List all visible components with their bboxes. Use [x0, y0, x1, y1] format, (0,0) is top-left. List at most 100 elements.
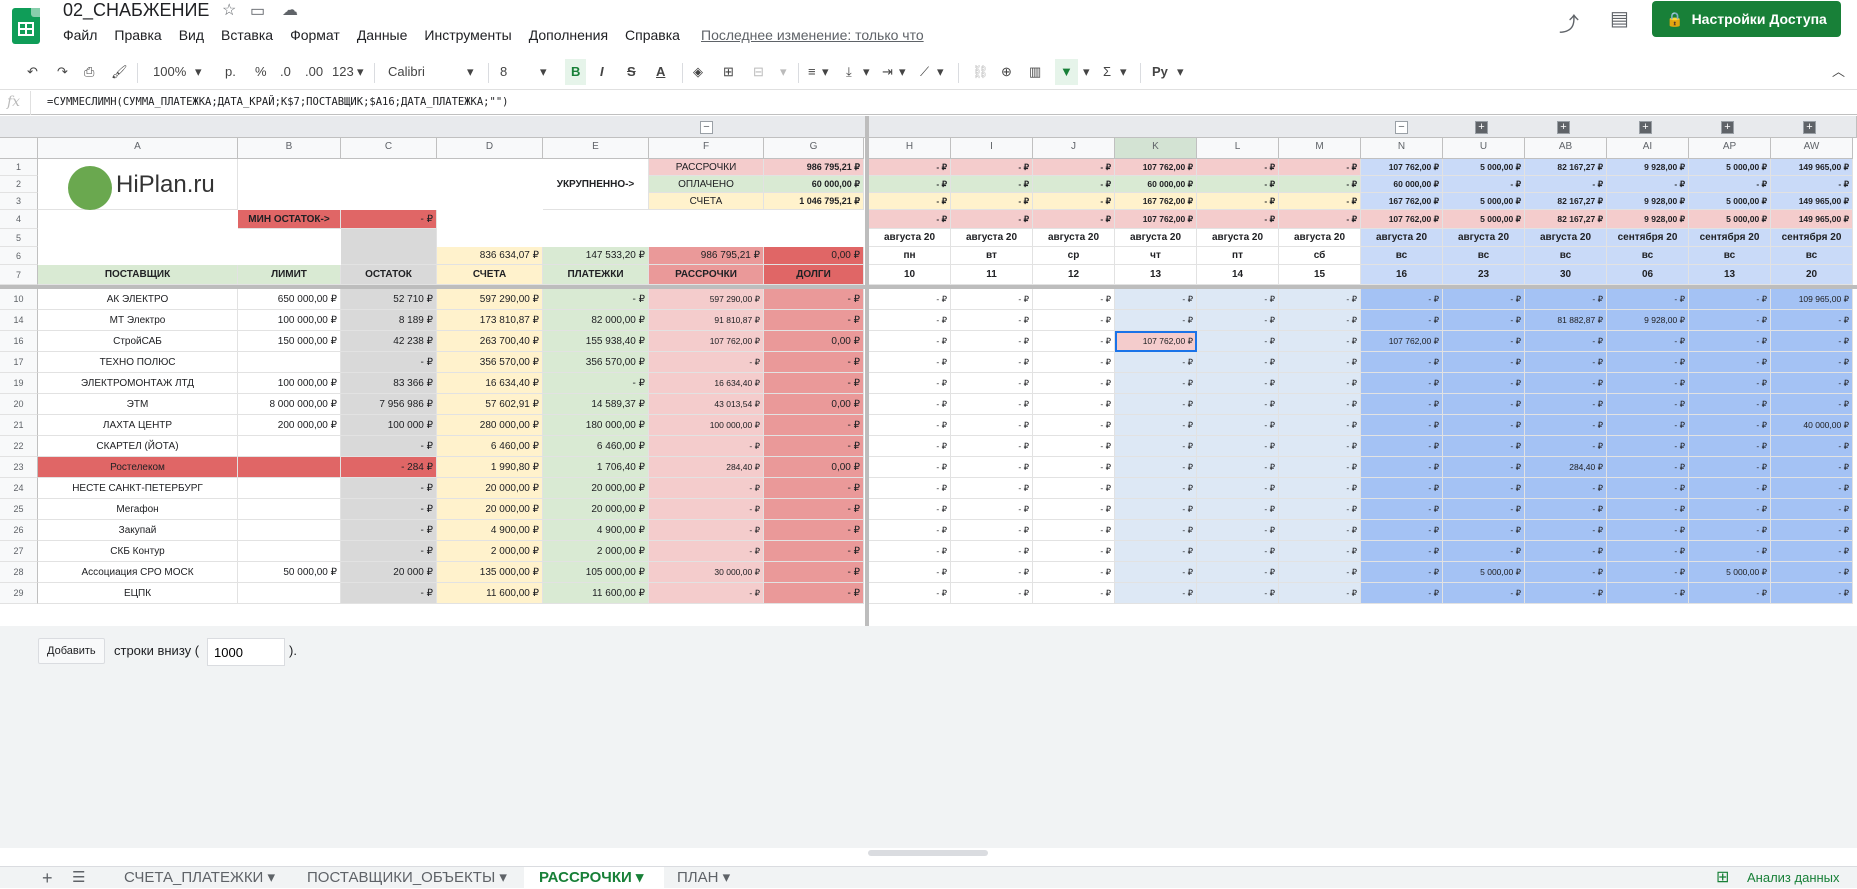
- selected-cell[interactable]: 107 762,00 ₽: [1115, 331, 1197, 352]
- chevron-down-icon[interactable]: ▾: [822, 63, 829, 81]
- schedule-cell[interactable]: - ₽: [1607, 583, 1689, 604]
- table-cell[interactable]: 82 000,00 ₽: [543, 310, 649, 331]
- tab-postavshchiki-obekty[interactable]: ПОСТАВЩИКИ_ОБЪЕКТЫ ▾: [307, 867, 507, 889]
- total-cell[interactable]: 0,00 ₽: [764, 247, 864, 265]
- summary-cell[interactable]: - ₽: [1689, 176, 1771, 193]
- schedule-cell[interactable]: - ₽: [1443, 499, 1525, 520]
- schedule-cell[interactable]: - ₽: [1279, 289, 1361, 310]
- move-folder-icon[interactable]: ▭: [250, 1, 265, 21]
- schedule-cell[interactable]: - ₽: [1689, 331, 1771, 352]
- schedule-cell[interactable]: - ₽: [1771, 352, 1853, 373]
- table-cell[interactable]: СтройСАБ: [38, 331, 238, 352]
- weekday-cell[interactable]: пт: [1197, 247, 1279, 265]
- schedule-cell[interactable]: - ₽: [951, 562, 1033, 583]
- schedule-cell[interactable]: - ₽: [1197, 331, 1279, 352]
- schedule-cell[interactable]: - ₽: [1279, 583, 1361, 604]
- column-header[interactable]: U: [1443, 138, 1525, 159]
- schedule-cell[interactable]: - ₽: [1689, 352, 1771, 373]
- schedule-cell[interactable]: - ₽: [1689, 289, 1771, 310]
- table-cell[interactable]: 20 000,00 ₽: [437, 478, 543, 499]
- bold-button[interactable]: B: [565, 59, 587, 85]
- table-cell[interactable]: Мегафон: [38, 499, 238, 520]
- schedule-cell[interactable]: - ₽: [1771, 310, 1853, 331]
- table-cell[interactable]: 100 000 ₽: [341, 415, 437, 436]
- row-header[interactable]: 10: [0, 289, 38, 310]
- day-filter-header[interactable]: 23: [1443, 265, 1525, 285]
- schedule-cell[interactable]: - ₽: [1525, 289, 1607, 310]
- row-header[interactable]: 7: [0, 265, 38, 285]
- table-cell[interactable]: - ₽: [341, 352, 437, 373]
- summary-cell[interactable]: 5 000,00 ₽: [1443, 210, 1525, 229]
- schedule-cell[interactable]: - ₽: [1197, 415, 1279, 436]
- table-cell[interactable]: - ₽: [764, 541, 864, 562]
- row-header[interactable]: 25: [0, 499, 38, 520]
- menu-item[interactable]: Вид: [179, 25, 204, 47]
- filter-icon[interactable]: ▼: [1055, 59, 1078, 85]
- table-cell[interactable]: 2 000,00 ₽: [543, 541, 649, 562]
- schedule-cell[interactable]: - ₽: [1525, 499, 1607, 520]
- month-cell[interactable]: августа 20: [1197, 229, 1279, 247]
- schedule-cell[interactable]: - ₽: [1689, 520, 1771, 541]
- percent-format-button[interactable]: %: [255, 63, 267, 81]
- expand-group-icon[interactable]: +: [1639, 121, 1652, 134]
- schedule-cell[interactable]: - ₽: [1115, 415, 1197, 436]
- table-cell[interactable]: 100 000,00 ₽: [238, 310, 341, 331]
- schedule-cell[interactable]: - ₽: [1115, 541, 1197, 562]
- summary-cell[interactable]: - ₽: [869, 176, 951, 193]
- table-cell[interactable]: - ₽: [764, 289, 864, 310]
- input-tools-icon[interactable]: Ру: [1152, 63, 1168, 81]
- schedule-cell[interactable]: - ₽: [1525, 373, 1607, 394]
- table-cell[interactable]: 155 938,40 ₽: [543, 331, 649, 352]
- table-cell[interactable]: [238, 499, 341, 520]
- schedule-cell[interactable]: - ₽: [1033, 331, 1115, 352]
- table-cell[interactable]: СКБ Контур: [38, 541, 238, 562]
- schedule-cell[interactable]: - ₽: [1115, 352, 1197, 373]
- schedule-cell[interactable]: - ₽: [1197, 499, 1279, 520]
- summary-cell[interactable]: - ₽: [869, 193, 951, 210]
- schedule-cell[interactable]: - ₽: [1033, 583, 1115, 604]
- table-cell[interactable]: Ассоциация СРО МОСК: [38, 562, 238, 583]
- table-cell[interactable]: МТ Электро: [38, 310, 238, 331]
- expand-group-icon[interactable]: +: [1803, 121, 1816, 134]
- expand-group-icon[interactable]: +: [1475, 121, 1488, 134]
- summary-cell[interactable]: - ₽: [951, 210, 1033, 229]
- table-cell[interactable]: 356 570,00 ₽: [543, 352, 649, 373]
- table-cell[interactable]: 356 570,00 ₽: [437, 352, 543, 373]
- schedule-cell[interactable]: - ₽: [1689, 499, 1771, 520]
- schedule-cell[interactable]: - ₽: [951, 457, 1033, 478]
- table-cell[interactable]: 1 706,40 ₽: [543, 457, 649, 478]
- table-cell[interactable]: 6 460,00 ₽: [437, 436, 543, 457]
- table-cell[interactable]: ТЕХНО ПОЛЮС: [38, 352, 238, 373]
- table-cell[interactable]: 8 189 ₽: [341, 310, 437, 331]
- schedule-cell[interactable]: - ₽: [1443, 331, 1525, 352]
- table-cell[interactable]: 16 634,40 ₽: [437, 373, 543, 394]
- print-icon[interactable]: ⎙: [84, 63, 94, 81]
- schedule-cell[interactable]: 5 000,00 ₽: [1443, 562, 1525, 583]
- text-rotation-icon[interactable]: ⟋: [920, 63, 929, 81]
- summary-cell[interactable]: - ₽: [1443, 176, 1525, 193]
- schedule-cell[interactable]: - ₽: [1197, 520, 1279, 541]
- font-size-select[interactable]: 8: [500, 63, 507, 81]
- schedule-cell[interactable]: - ₽: [1607, 289, 1689, 310]
- column-header[interactable]: M: [1279, 138, 1361, 159]
- day-filter-header[interactable]: 14: [1197, 265, 1279, 285]
- chevron-down-icon[interactable]: ▾: [899, 63, 906, 81]
- schedule-cell[interactable]: - ₽: [1033, 394, 1115, 415]
- schedule-cell[interactable]: - ₽: [1361, 415, 1443, 436]
- day-filter-header[interactable]: 11: [951, 265, 1033, 285]
- table-cell[interactable]: - ₽: [764, 478, 864, 499]
- schedule-cell[interactable]: - ₽: [1689, 457, 1771, 478]
- schedule-cell[interactable]: - ₽: [1771, 541, 1853, 562]
- schedule-cell[interactable]: - ₽: [1443, 415, 1525, 436]
- table-cell[interactable]: АК ЭЛЕКТРО: [38, 289, 238, 310]
- schedule-cell[interactable]: - ₽: [1197, 457, 1279, 478]
- frozen-column-divider[interactable]: [865, 116, 869, 626]
- summary-cell[interactable]: - ₽: [869, 159, 951, 176]
- schedule-cell[interactable]: - ₽: [1771, 499, 1853, 520]
- schedule-cell[interactable]: - ₽: [1033, 499, 1115, 520]
- column-header[interactable]: G: [764, 138, 864, 159]
- month-cell[interactable]: августа 20: [951, 229, 1033, 247]
- schedule-cell[interactable]: - ₽: [1033, 310, 1115, 331]
- summary-cell[interactable]: - ₽: [1197, 193, 1279, 210]
- sheets-logo-icon[interactable]: [12, 8, 40, 44]
